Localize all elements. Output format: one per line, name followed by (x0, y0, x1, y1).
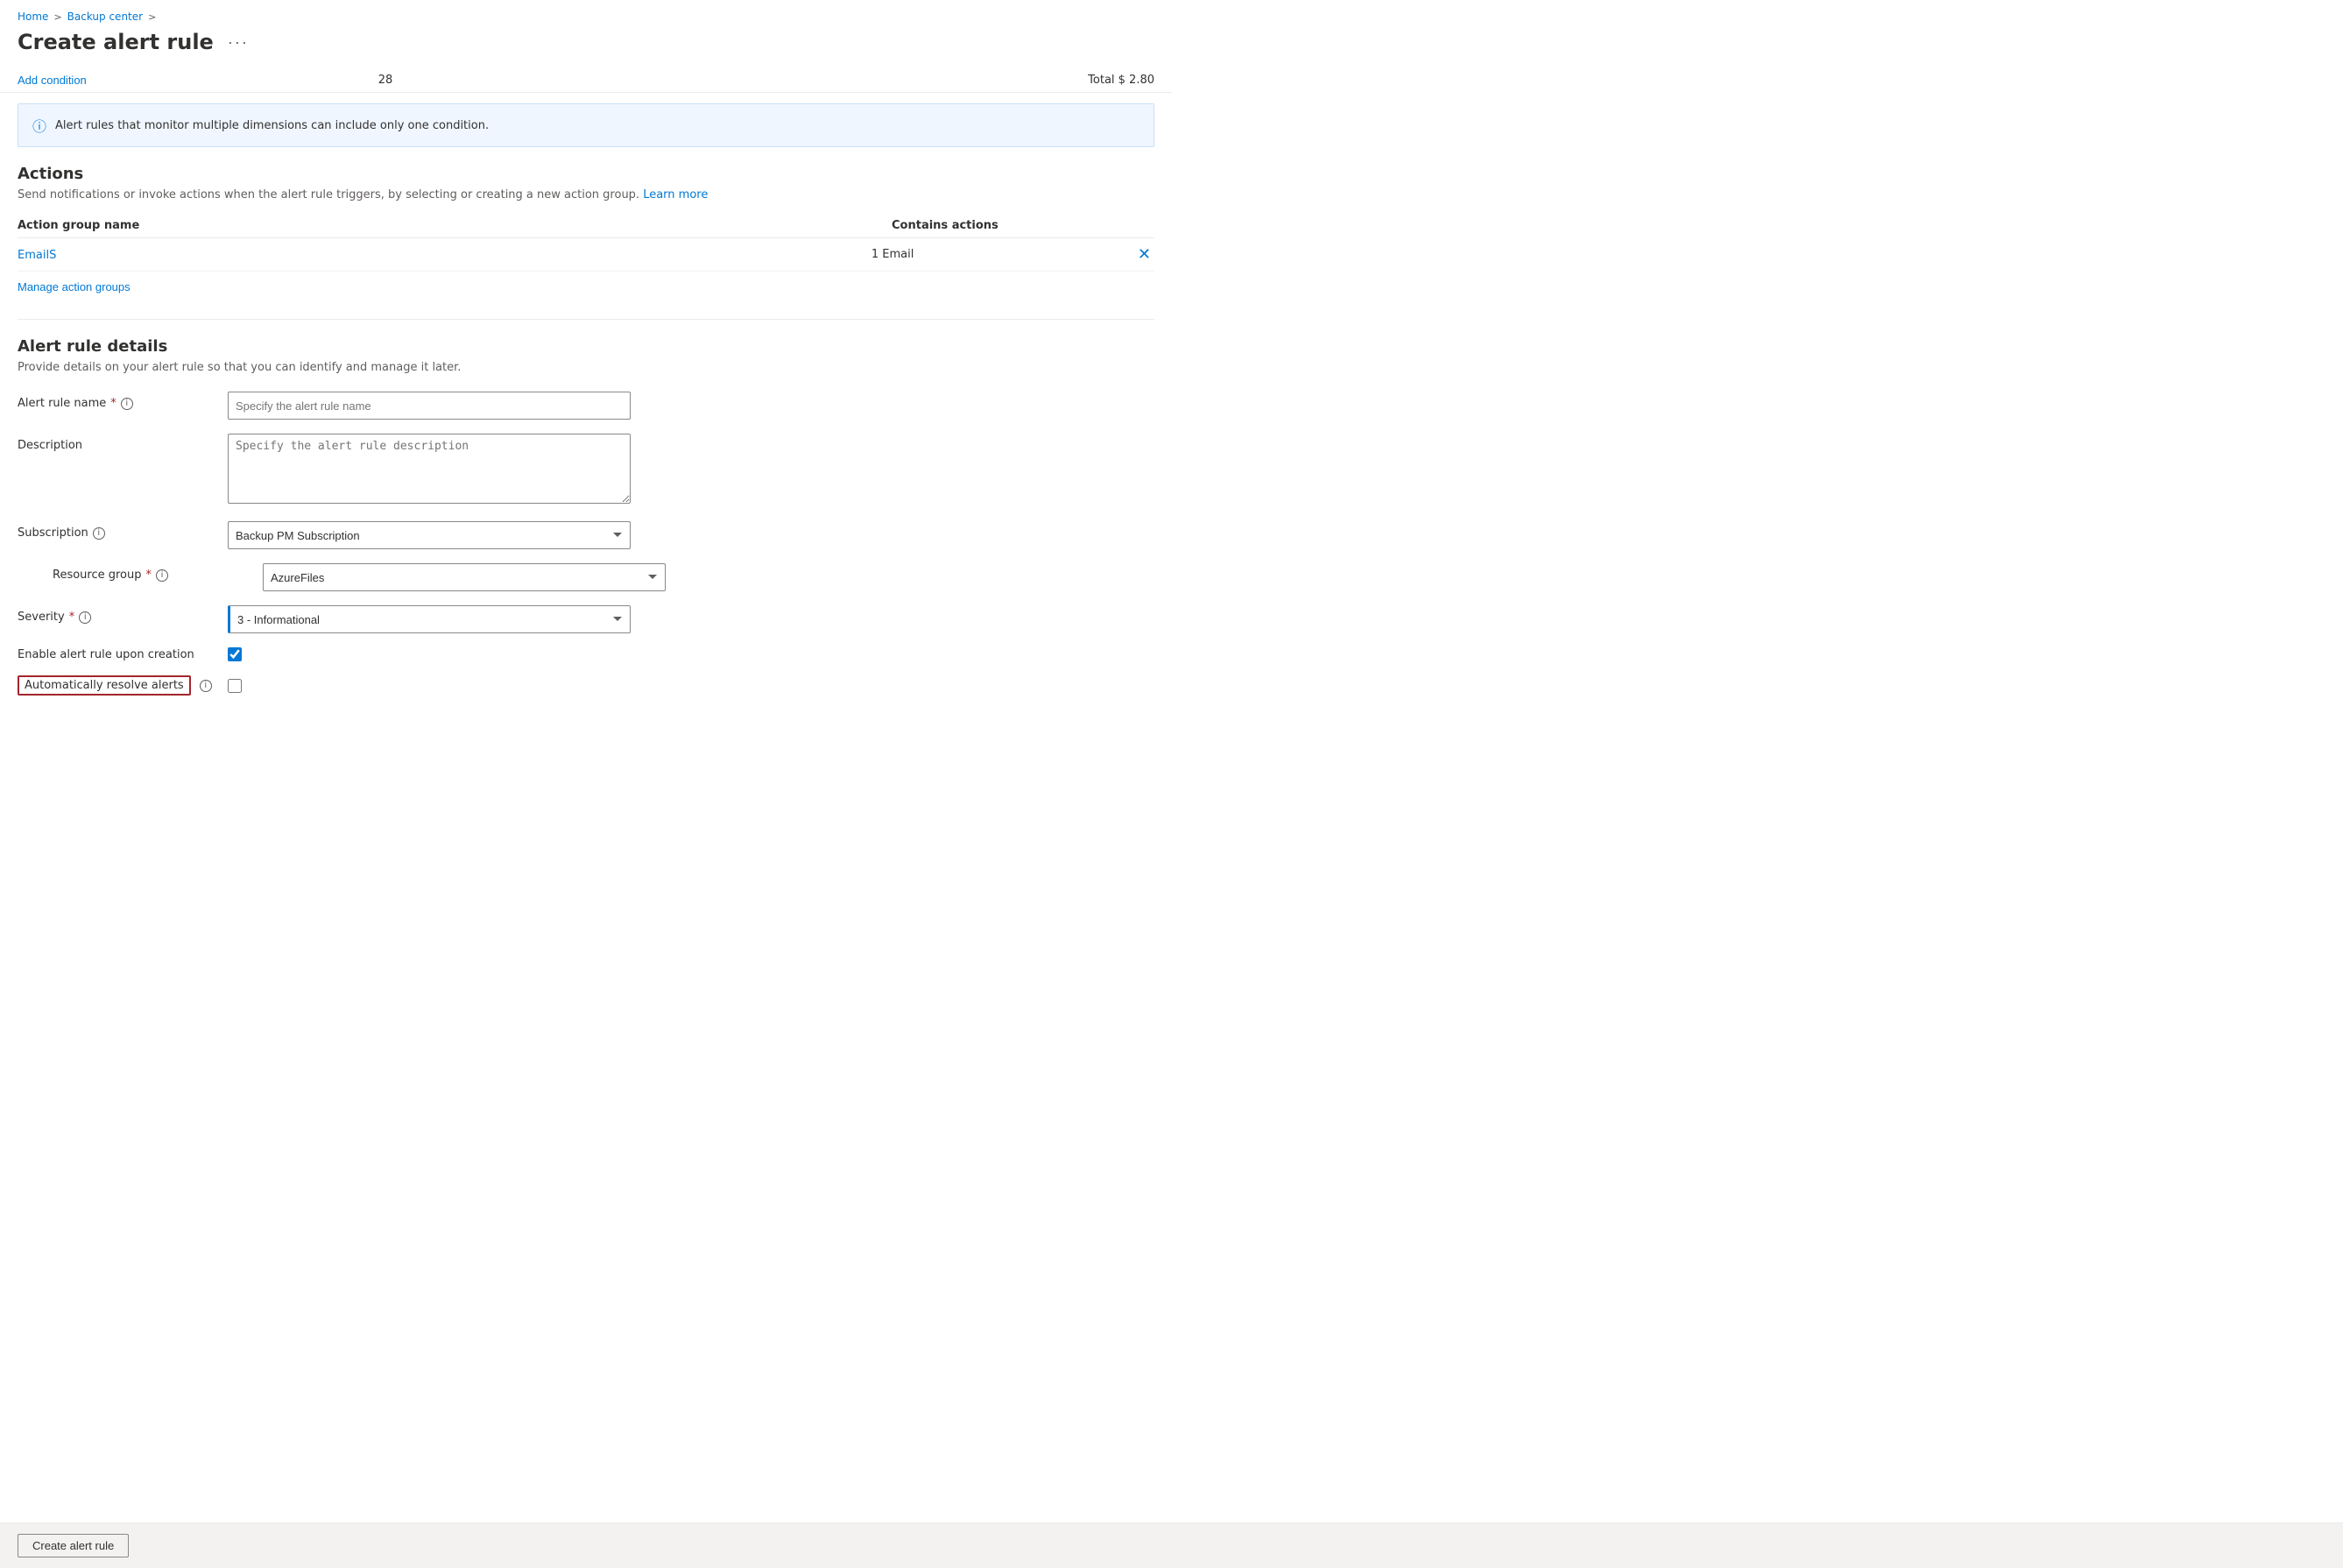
section-divider (18, 319, 1154, 320)
breadcrumb: Home > Backup center > (0, 0, 1172, 26)
subscription-info-icon[interactable]: i (93, 527, 105, 540)
auto-resolve-checkbox-wrapper (228, 679, 242, 693)
alert-rule-name-input[interactable] (228, 392, 631, 420)
alert-rule-details-section: Alert rule details Provide details on yo… (0, 337, 1172, 727)
action-group-name-cell: EmailS (18, 248, 872, 262)
resource-group-row: Resource group * i AzureFiles (18, 563, 1154, 591)
description-row: Description (18, 434, 1154, 507)
create-alert-rule-button[interactable]: Create alert rule (18, 1534, 129, 1557)
resource-group-select[interactable]: AzureFiles (263, 563, 666, 591)
page-title: Create alert rule (18, 30, 214, 54)
info-icon: ⓘ (32, 115, 46, 136)
actions-table-header: Action group name Contains actions (18, 214, 1154, 238)
auto-resolve-row: Automatically resolve alerts i (18, 675, 1154, 696)
auto-resolve-label: Automatically resolve alerts i (18, 675, 228, 696)
enable-alert-row: Enable alert rule upon creation (18, 647, 1154, 661)
description-control (228, 434, 631, 507)
severity-select[interactable]: 0 - Critical 1 - Error 2 - Warning 3 - I… (228, 605, 631, 633)
resource-group-control: AzureFiles (263, 563, 666, 591)
manage-action-groups-link[interactable]: Manage action groups (18, 280, 131, 293)
info-banner-text: Alert rules that monitor multiple dimens… (55, 119, 489, 132)
more-options-button[interactable]: ··· (222, 32, 254, 53)
breadcrumb-backup-center[interactable]: Backup center (67, 11, 143, 23)
alert-rule-name-label: Alert rule name * i (18, 392, 228, 410)
severity-info-icon[interactable]: i (79, 611, 91, 624)
resource-group-label: Resource group * i (53, 563, 263, 582)
auto-resolve-checkbox[interactable] (228, 679, 242, 693)
col-contains-actions: Contains actions (892, 219, 1154, 232)
col-action-group-name: Action group name (18, 219, 892, 232)
description-input[interactable] (228, 434, 631, 504)
learn-more-link[interactable]: Learn more (643, 188, 708, 201)
actions-title: Actions (18, 165, 1154, 183)
breadcrumb-sep1: > (53, 11, 61, 23)
summary-bar: Add condition 28 Total $ 2.80 (0, 68, 1172, 93)
resource-group-info-icon[interactable]: i (156, 569, 168, 582)
subscription-control: Backup PM Subscription (228, 521, 631, 549)
footer-bar: Create alert rule (0, 1522, 2343, 1568)
summary-total: Total $ 2.80 (1088, 74, 1154, 87)
page-header: Create alert rule ··· (0, 26, 1172, 68)
severity-label: Severity * i (18, 605, 228, 624)
subscription-label: Subscription i (18, 521, 228, 540)
resource-group-required-star: * (146, 569, 152, 582)
alert-rule-name-control (228, 392, 631, 420)
enable-alert-label: Enable alert rule upon creation (18, 648, 228, 661)
alert-rule-name-info-icon[interactable]: i (121, 398, 133, 410)
description-label: Description (18, 434, 228, 452)
auto-resolve-highlight: Automatically resolve alerts (18, 675, 191, 696)
enable-alert-checkbox[interactable] (228, 647, 242, 661)
enable-alert-checkbox-wrapper (228, 647, 242, 661)
severity-required-star: * (69, 611, 75, 624)
alert-details-title: Alert rule details (18, 337, 1154, 356)
summary-count: 28 (298, 74, 473, 87)
subscription-row: Subscription i Backup PM Subscription (18, 521, 1154, 549)
add-condition-button[interactable]: Add condition (18, 74, 298, 87)
remove-action-button[interactable]: ✕ (1134, 245, 1154, 264)
action-contains-cell: 1 Email (872, 248, 1134, 261)
breadcrumb-sep2: > (148, 11, 156, 23)
alert-rule-name-row: Alert rule name * i (18, 392, 1154, 420)
info-banner: ⓘ Alert rules that monitor multiple dime… (18, 103, 1154, 147)
severity-control: 0 - Critical 1 - Error 2 - Warning 3 - I… (228, 605, 631, 633)
subscription-select[interactable]: Backup PM Subscription (228, 521, 631, 549)
action-group-link[interactable]: EmailS (18, 249, 56, 262)
auto-resolve-info-icon[interactable]: i (200, 680, 212, 692)
alert-details-desc: Provide details on your alert rule so th… (18, 361, 1154, 374)
actions-desc: Send notifications or invoke actions whe… (18, 188, 1154, 201)
severity-row: Severity * i 0 - Critical 1 - Error 2 - … (18, 605, 1154, 633)
required-star: * (110, 397, 116, 410)
actions-section: Actions Send notifications or invoke act… (0, 165, 1172, 312)
table-row: EmailS 1 Email ✕ (18, 238, 1154, 272)
breadcrumb-home[interactable]: Home (18, 11, 48, 23)
